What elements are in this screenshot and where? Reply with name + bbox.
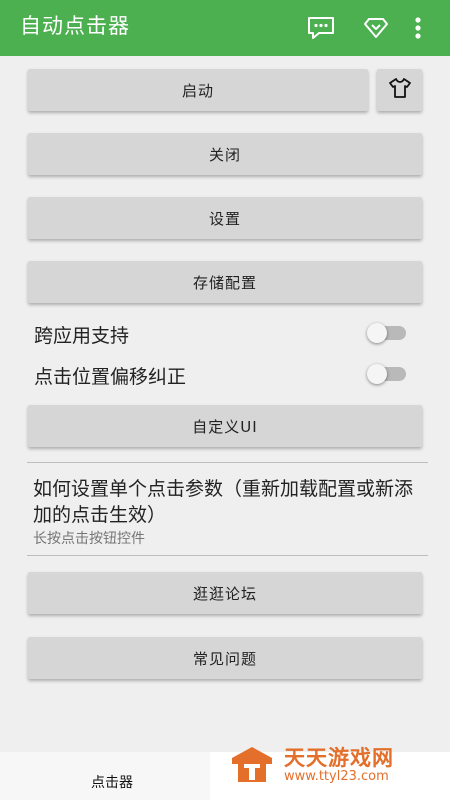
tshirt-icon <box>388 77 412 103</box>
forum-button[interactable]: 逛逛论坛 <box>28 572 422 614</box>
cross-app-switch[interactable] <box>367 323 406 343</box>
save-config-button[interactable]: 存储配置 <box>28 261 422 303</box>
switch-knob <box>367 364 387 384</box>
divider <box>27 462 428 463</box>
watermark-logo-icon <box>228 744 276 790</box>
app-bar: 自动点击器 <box>0 0 450 56</box>
cross-app-label: 跨应用支持 <box>34 325 130 347</box>
divider <box>27 555 428 556</box>
diamond-icon[interactable] <box>358 10 394 46</box>
watermark-name: 天天游戏网 <box>284 746 394 770</box>
offset-fix-label: 点击位置偏移纠正 <box>34 366 187 388</box>
start-button[interactable]: 启动 <box>28 69 368 111</box>
watermark: 天天游戏网 www.ttyl23.com <box>228 742 438 792</box>
help-subtitle: 长按点击按钮控件 <box>33 531 145 547</box>
close-button[interactable]: 关闭 <box>28 133 422 175</box>
more-vert-icon[interactable] <box>406 10 430 46</box>
help-title[interactable]: 如何设置单个点击参数（重新加载配置或新添加的点击生效） <box>33 476 428 528</box>
custom-ui-button[interactable]: 自定义UI <box>28 405 422 447</box>
bottom-tab-label: 点击器 <box>91 775 133 791</box>
theme-button[interactable] <box>377 69 422 111</box>
switch-knob <box>367 323 387 343</box>
watermark-url: www.ttyl23.com <box>284 769 389 784</box>
faq-button[interactable]: 常见问题 <box>28 637 422 679</box>
settings-button[interactable]: 设置 <box>28 197 422 239</box>
bottom-tab-clicker[interactable]: 点击器 <box>0 752 210 800</box>
message-icon[interactable] <box>303 10 339 46</box>
cross-app-row: 跨应用支持 <box>34 317 414 351</box>
app-title: 自动点击器 <box>20 14 130 38</box>
offset-fix-switch[interactable] <box>367 364 406 384</box>
offset-fix-row: 点击位置偏移纠正 <box>34 358 414 392</box>
